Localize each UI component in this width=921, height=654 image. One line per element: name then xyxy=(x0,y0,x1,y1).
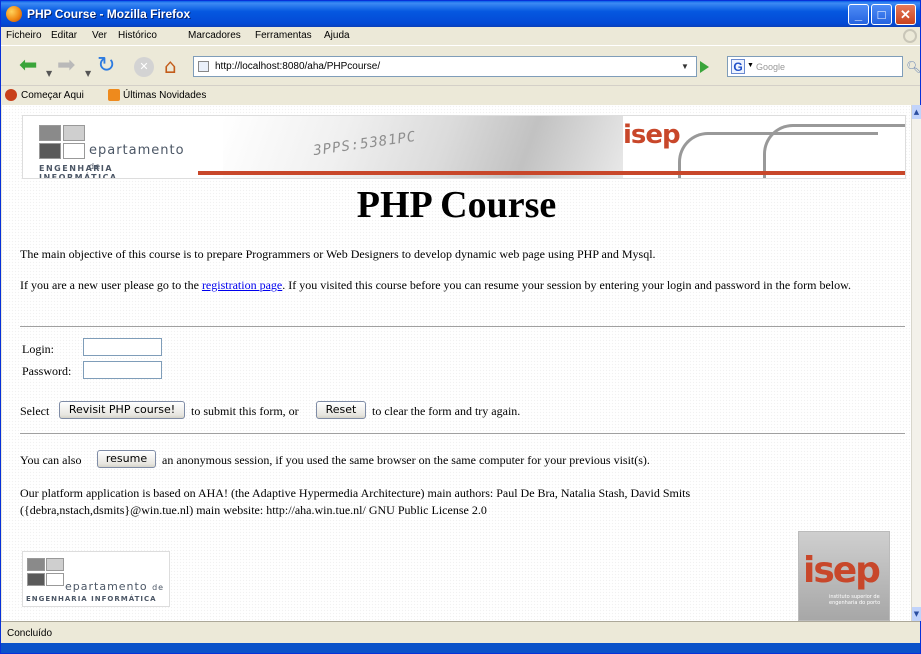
menu-bar: Ficheiro Editar Ver Histórico Marcadores… xyxy=(1,27,920,45)
search-engine-icon[interactable]: G xyxy=(731,59,745,74)
back-dropdown-icon[interactable]: ▼ xyxy=(46,63,52,85)
menu-history[interactable]: Histórico xyxy=(118,30,157,41)
reset-after-text: to clear the form and try again. xyxy=(372,404,521,418)
intro-paragraph: The main objective of this course is to … xyxy=(20,247,656,261)
forward-arrow-icon[interactable]: ➡ xyxy=(57,55,75,77)
go-arrow-icon[interactable] xyxy=(700,61,709,73)
submit-after-text: to submit this form, or xyxy=(191,404,299,418)
also-after-text: an anonymous session, if you used the sa… xyxy=(162,453,650,467)
select-text: Select xyxy=(20,404,50,418)
title-bar[interactable]: PHP Course - Mozilla Firefox _ □ ✕ xyxy=(1,1,920,27)
logo-square xyxy=(27,558,45,571)
divider xyxy=(20,433,905,435)
url-bar[interactable]: http://localhost:8080/aha/PHPcourse/ ▼ xyxy=(193,56,697,77)
menu-view[interactable]: Ver xyxy=(92,30,107,41)
logo-square xyxy=(39,143,61,159)
url-text[interactable]: http://localhost:8080/aha/PHPcourse/ xyxy=(215,61,380,72)
menu-bookmarks[interactable]: Marcadores xyxy=(188,30,241,41)
resume-button[interactable]: resume xyxy=(97,450,156,468)
menu-edit[interactable]: Editar xyxy=(51,30,77,41)
menu-help[interactable]: Ajuda xyxy=(324,30,350,41)
page-content: 3PPS:5381PC isep epartamento de ENGENHAR… xyxy=(2,105,911,621)
getting-started-icon xyxy=(5,89,17,101)
scroll-down-icon[interactable]: ▼ xyxy=(912,607,921,621)
navigation-toolbar: ⬅ ▼ ➡ ▼ ↻ ✕ ⌂ http://localhost:8080/aha/… xyxy=(1,45,921,85)
header-banner: 3PPS:5381PC isep epartamento de ENGENHAR… xyxy=(22,115,906,179)
reset-button[interactable]: Reset xyxy=(316,401,366,419)
logo-square xyxy=(46,573,64,586)
logo-square xyxy=(63,143,85,159)
search-box[interactable]: G ▼ Google xyxy=(727,56,903,77)
page-title: PHP Course xyxy=(356,184,557,226)
maximize-button[interactable]: □ xyxy=(871,4,892,25)
footer-isep-word: isep xyxy=(803,550,881,591)
home-icon[interactable]: ⌂ xyxy=(164,55,177,77)
bookmarks-toolbar: Começar Aqui Últimas Novidades xyxy=(1,85,920,104)
menu-file[interactable]: Ficheiro xyxy=(6,30,42,41)
search-engine-dropdown-icon[interactable]: ▼ xyxy=(747,62,754,69)
close-button[interactable]: ✕ xyxy=(895,4,916,25)
search-magnifier-icon[interactable]: 🔍︎ xyxy=(906,60,921,74)
login-input[interactable] xyxy=(83,338,162,356)
bookmark-latest-headlines[interactable]: Últimas Novidades xyxy=(123,90,206,101)
browser-window: PHP Course - Mozilla Firefox _ □ ✕ Fiche… xyxy=(0,0,921,654)
minimize-button[interactable]: _ xyxy=(848,4,869,25)
menu-tools[interactable]: Ferramentas xyxy=(255,30,312,41)
stop-icon[interactable]: ✕ xyxy=(134,57,154,77)
reload-icon[interactable]: ↻ xyxy=(97,55,115,77)
department-subtitle: ENGENHARIA INFORMÁTICA xyxy=(39,164,118,179)
logo-square xyxy=(46,558,64,571)
logo-square xyxy=(27,573,45,586)
back-arrow-icon[interactable]: ⬅ xyxy=(19,55,37,77)
url-dropdown-icon[interactable]: ▼ xyxy=(681,62,689,71)
bookmark-getting-started[interactable]: Começar Aqui xyxy=(21,90,84,101)
forward-dropdown-icon[interactable]: ▼ xyxy=(85,63,91,85)
scroll-up-icon[interactable]: ▲ xyxy=(912,105,921,119)
firefox-icon xyxy=(6,6,22,22)
window-title: PHP Course - Mozilla Firefox xyxy=(27,7,191,21)
login-label: Login: xyxy=(22,342,54,356)
taskbar-edge xyxy=(1,643,920,653)
password-input[interactable] xyxy=(83,361,162,379)
platform-line-1: Our platform application is based on AHA… xyxy=(20,486,691,500)
banner-red-line xyxy=(198,171,905,175)
new-user-paragraph: If you are a new user please go to the r… xyxy=(20,278,852,292)
divider xyxy=(20,326,905,328)
platform-line-2: ({debra,nstach,dsmits}@win.tue.nl) main … xyxy=(20,503,487,517)
footer-department-name: epartamento de xyxy=(65,580,165,593)
status-bar: Concluído xyxy=(1,621,920,653)
page-icon xyxy=(198,61,209,72)
password-label: Password: xyxy=(22,364,72,378)
footer-department-logo: epartamento de ENGENHARIA INFORMÁTICA xyxy=(22,551,170,607)
also-text: You can also xyxy=(20,453,82,467)
logo-square xyxy=(39,125,61,141)
footer-department-subtitle: ENGENHARIA INFORMÁTICA xyxy=(26,595,157,603)
throbber-icon xyxy=(903,29,917,43)
footer-isep-subtitle: instituto superior de engenharia do port… xyxy=(829,594,881,606)
search-placeholder: Google xyxy=(756,62,786,72)
banner-background-image xyxy=(223,116,623,178)
footer-isep-logo: isep instituto superior de engenharia do… xyxy=(798,531,890,621)
status-text: Concluído xyxy=(7,628,53,639)
vertical-scrollbar[interactable]: ▲ ▼ xyxy=(911,105,921,621)
department-logo: epartamento de ENGENHARIA INFORMÁTICA xyxy=(27,119,192,179)
rss-feed-icon xyxy=(108,89,120,101)
revisit-course-button[interactable]: Revisit PHP course! xyxy=(59,401,185,419)
registration-link[interactable]: registration page xyxy=(202,278,282,292)
logo-square xyxy=(63,125,85,141)
isep-logo: isep xyxy=(623,120,681,150)
